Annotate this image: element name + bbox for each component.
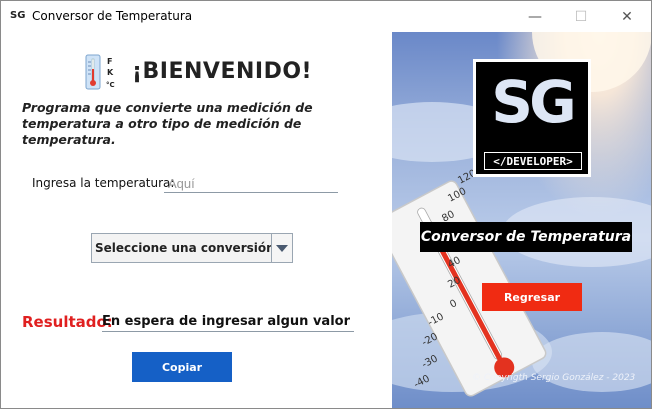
conversion-select[interactable]: Seleccione una conversión [91, 233, 293, 263]
dropdown-button[interactable] [271, 234, 292, 262]
app-icon: SG [10, 10, 26, 21]
description-text: Programa que convierte una medición de t… [22, 100, 313, 147]
temperature-label: Ingresa la temperatura: [32, 176, 175, 190]
main-panel: F K °C ¡BIENVENIDO! Programa que convier… [1, 32, 391, 408]
app-name-banner: Conversor de Temperatura [420, 222, 632, 252]
chevron-down-icon [276, 244, 288, 252]
maximize-button[interactable]: ☐ [558, 1, 604, 32]
sg-developer-logo: SG </DEVELOPER> [473, 59, 591, 177]
svg-text:K: K [107, 68, 114, 77]
close-button[interactable]: ✕ [604, 1, 650, 32]
copy-button[interactable]: Copiar [132, 352, 232, 382]
logo-tag: </DEVELOPER> [484, 152, 582, 170]
logo-letters: SG [491, 68, 576, 136]
temperature-input[interactable] [164, 174, 338, 193]
svg-text:F: F [107, 57, 112, 66]
result-label: Resultado: [22, 313, 113, 331]
result-value: En espera de ingresar algun valor a conv… [102, 314, 354, 332]
minimize-button[interactable]: — [512, 1, 558, 32]
app-window: SG Conversor de Temperatura — ☐ ✕ F K °C… [0, 0, 652, 409]
conversion-select-value: Seleccione una conversión [95, 241, 275, 255]
back-button[interactable]: Regresar [482, 283, 582, 311]
app-name-text: Conversor de Temperatura [420, 229, 632, 245]
svg-text:°C: °C [106, 81, 115, 89]
side-panel: 120 100 80 60 40 20 0 -10 -20 -30 -40 SG… [392, 32, 651, 408]
title-bar: SG Conversor de Temperatura — ☐ ✕ [1, 1, 651, 32]
window-title: Conversor de Temperatura [32, 9, 193, 23]
thermometer-icon: F K °C [85, 54, 115, 90]
copyright-text: © Copyrigth Sergio González - 2023 [472, 373, 636, 383]
welcome-heading: ¡BIENVENIDO! [132, 59, 313, 84]
